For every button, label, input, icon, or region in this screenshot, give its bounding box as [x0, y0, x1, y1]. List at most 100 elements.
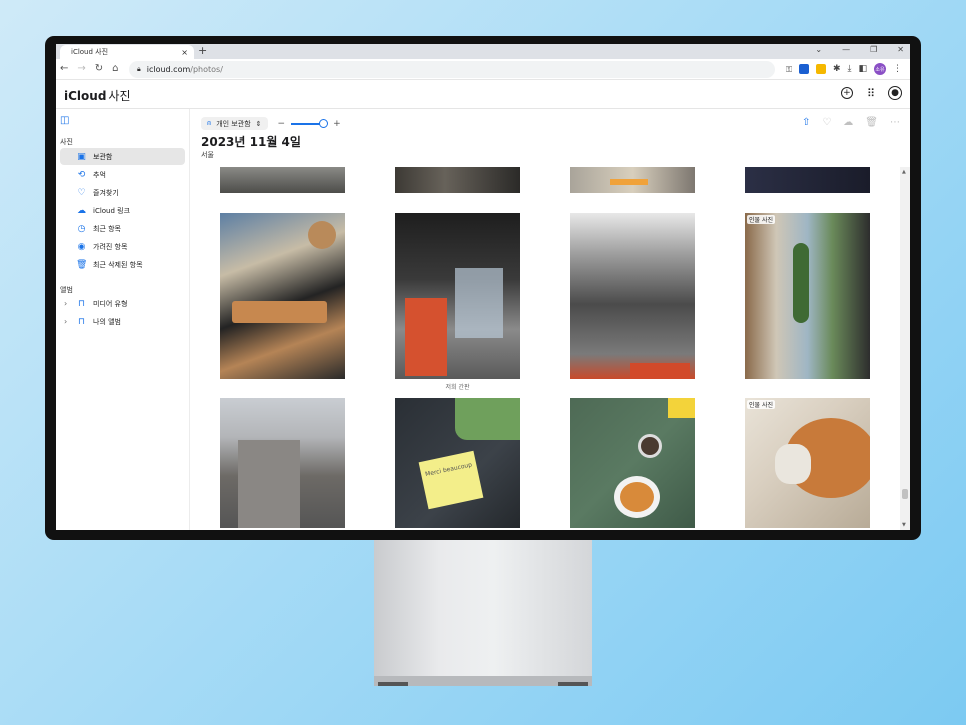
person-icon: ⍝	[207, 119, 212, 127]
cloud-download-icon[interactable]: ☁	[843, 117, 853, 128]
memories-icon: ⟲	[77, 169, 86, 180]
photo-thumbnail-counter[interactable]	[570, 167, 695, 193]
close-window-button[interactable]: ✕	[897, 45, 904, 54]
photo-thumbnail-open-kitchen[interactable]	[570, 213, 695, 379]
date-heading: 2023년 11월 4일	[201, 135, 301, 149]
brand-name: iCloud	[64, 88, 107, 103]
zoom-out-button[interactable]: −	[278, 119, 286, 129]
home-icon[interactable]: ⌂	[112, 63, 118, 74]
lock-icon: 🔒︎	[137, 65, 141, 73]
photo-library-main: ⍝ 개인 보관함 ⇕ − + ⇧ ♡ ☁ 🗑︎ ⋯ 2023년 11월 4일 서…	[191, 109, 910, 530]
download-icon[interactable]: ⤓	[848, 64, 852, 74]
app-grid-icon[interactable]: ⠿	[867, 87, 875, 100]
sidebar-item-my-albums[interactable]: › ⊓ 나의 앨범	[60, 313, 185, 330]
section-header-photos: 사진	[60, 138, 73, 146]
zoom-slider-knob[interactable]	[318, 118, 328, 128]
photo-grid: 인물 사진 저희 간판 Merci beaucoup 인물 사진	[220, 167, 885, 530]
url-host: icloud.com	[146, 65, 191, 74]
account-icon[interactable]: ●	[888, 86, 902, 100]
photo-thumbnail-pastry-case[interactable]	[220, 213, 345, 379]
add-icon[interactable]: +	[840, 87, 853, 99]
updown-chevron-icon: ⇕	[255, 119, 262, 128]
sidepanel-icon[interactable]: ◧	[858, 64, 867, 74]
sidebar-toggle-icon[interactable]: ◫	[60, 115, 69, 126]
folder-icon: ⊓	[77, 316, 86, 327]
sidebar-item-label: 최근 항목	[93, 224, 121, 233]
folder-icon: ⊓	[77, 298, 86, 309]
app-brand[interactable]: iCloud 사진	[62, 87, 131, 104]
photo-thumbnail-shop-floor[interactable]	[395, 167, 520, 193]
sidebar-item-memories[interactable]: ⟲ 추억	[60, 166, 185, 183]
address-bar-row: ← → ↻ ⌂ 🔒︎ icloud.com/photos/ ⚿ ⇪ ☆ ✱ ⤓ …	[56, 59, 910, 80]
nav-buttons: ← → ↻ ⌂	[60, 63, 119, 74]
photo-caption: 저희 간판	[445, 384, 470, 391]
photo-thumbnail-sticky-note[interactable]: Merci beaucoup	[395, 398, 520, 528]
restore-button[interactable]: ❐	[870, 45, 877, 54]
app-header: iCloud 사진 + ⠿ ●	[56, 80, 910, 109]
zoom-control: − +	[278, 118, 341, 129]
photo-thumbnail-bagel-bite[interactable]: 인물 사진	[745, 398, 870, 528]
photo-thumbnail-cafe-interior[interactable]	[395, 213, 520, 379]
clock-icon: ◷	[77, 223, 86, 234]
more-icon[interactable]: ⋯	[890, 117, 900, 128]
kebab-menu-icon[interactable]: ⋮	[893, 64, 902, 74]
reload-icon[interactable]: ↻	[95, 63, 103, 74]
photo-thumbnail-bagel-coffee[interactable]	[570, 398, 695, 528]
location-label: 서울	[201, 151, 214, 159]
chevron-right-icon[interactable]: ›	[64, 299, 67, 308]
trash-icon: 🗑︎	[76, 259, 88, 270]
sidebar-item-label: 추억	[93, 170, 106, 179]
sidebar-item-recents[interactable]: ◷ 최근 항목	[60, 220, 185, 237]
sidebar-item-icloud-links[interactable]: ☁ iCloud 링크	[60, 202, 185, 219]
library-toolbar: ⍝ 개인 보관함 ⇕ − +	[201, 117, 341, 130]
heart-icon[interactable]: ♡	[822, 117, 831, 128]
photo-actions: ⇧ ♡ ☁ 🗑︎ ⋯	[802, 117, 900, 128]
key-icon[interactable]: ⚿	[786, 65, 792, 75]
brand-sub: 사진	[108, 89, 131, 103]
monitor-stand-foot	[374, 676, 592, 686]
sidebar-item-library[interactable]: ▣ 보관함	[60, 148, 185, 165]
scroll-down-arrow-icon[interactable]: ▼	[902, 522, 906, 528]
screen: iCloud 사진 × + ⌄ — ❐ ✕ ← → ↻ ⌂ 🔒︎ icloud.…	[56, 44, 910, 530]
back-arrow-icon[interactable]: ←	[60, 63, 68, 74]
heart-icon: ♡	[77, 187, 86, 198]
sidebar-item-label: iCloud 링크	[93, 206, 131, 215]
sidebar-item-hidden[interactable]: ◉ 가려진 항목	[60, 238, 185, 255]
photo-thumbnail-entrance[interactable]: 인물 사진	[745, 213, 870, 379]
zoom-slider[interactable]	[291, 118, 328, 128]
profile-avatar[interactable]: 소유	[874, 63, 886, 75]
tab-icloud-photos[interactable]: iCloud 사진 ×	[60, 45, 194, 59]
sidebar-item-recently-deleted[interactable]: 🗑︎ 최근 삭제된 항목	[60, 256, 185, 273]
monitor-bezel: iCloud 사진 × + ⌄ — ❐ ✕ ← → ↻ ⌂ 🔒︎ icloud.…	[45, 36, 921, 540]
photo-thumbnail-dark-shelf[interactable]	[745, 167, 870, 193]
scrollbar-thumb[interactable]	[902, 489, 908, 499]
library-selector-label: 개인 보관함	[216, 119, 251, 128]
url-field[interactable]: 🔒︎ icloud.com/photos/	[129, 61, 775, 78]
sidebar-item-favorites[interactable]: ♡ 즐겨찾기	[60, 184, 185, 201]
forward-arrow-icon[interactable]: →	[77, 63, 85, 74]
library-selector[interactable]: ⍝ 개인 보관함 ⇕	[201, 117, 268, 130]
chevron-down-icon[interactable]: ⌄	[815, 45, 822, 54]
chevron-right-icon[interactable]: ›	[64, 317, 67, 326]
minimize-button[interactable]: —	[842, 45, 850, 54]
sidebar-item-media-types[interactable]: › ⊓ 미디어 유형	[60, 295, 185, 312]
photo-thumbnail-street[interactable]	[220, 167, 345, 193]
extensions-bar: ✱ ⤓ ◧ 소유 ⋮	[798, 63, 902, 75]
new-tab-button[interactable]: +	[198, 44, 207, 57]
scroll-up-arrow-icon[interactable]: ▲	[902, 169, 906, 175]
tab-close-button[interactable]: ×	[181, 48, 188, 57]
vertical-scrollbar[interactable]: ▲ ▼	[900, 167, 910, 530]
yellow-extension-icon[interactable]	[815, 64, 826, 74]
puzzle-icon[interactable]: ✱	[833, 64, 841, 74]
upload-icon[interactable]: ⇧	[802, 117, 810, 128]
eye-icon: ◉	[77, 241, 86, 252]
sidebar-item-label: 즐겨찾기	[93, 188, 119, 197]
trash-icon[interactable]: 🗑︎	[865, 117, 878, 128]
sidebar: ◫ 사진 ▣ 보관함 ⟲ 추억 ♡ 즐겨찾기 ☁ iCloud 링크 ◷ 최근 …	[56, 109, 190, 530]
photo-thumbnail-building[interactable]	[220, 398, 345, 528]
url-path: /photos/	[190, 65, 223, 74]
zoom-in-button[interactable]: +	[333, 119, 341, 129]
shield-extension-icon[interactable]	[798, 64, 809, 74]
portrait-badge: 인물 사진	[747, 215, 775, 224]
sidebar-item-label: 보관함	[93, 152, 113, 161]
